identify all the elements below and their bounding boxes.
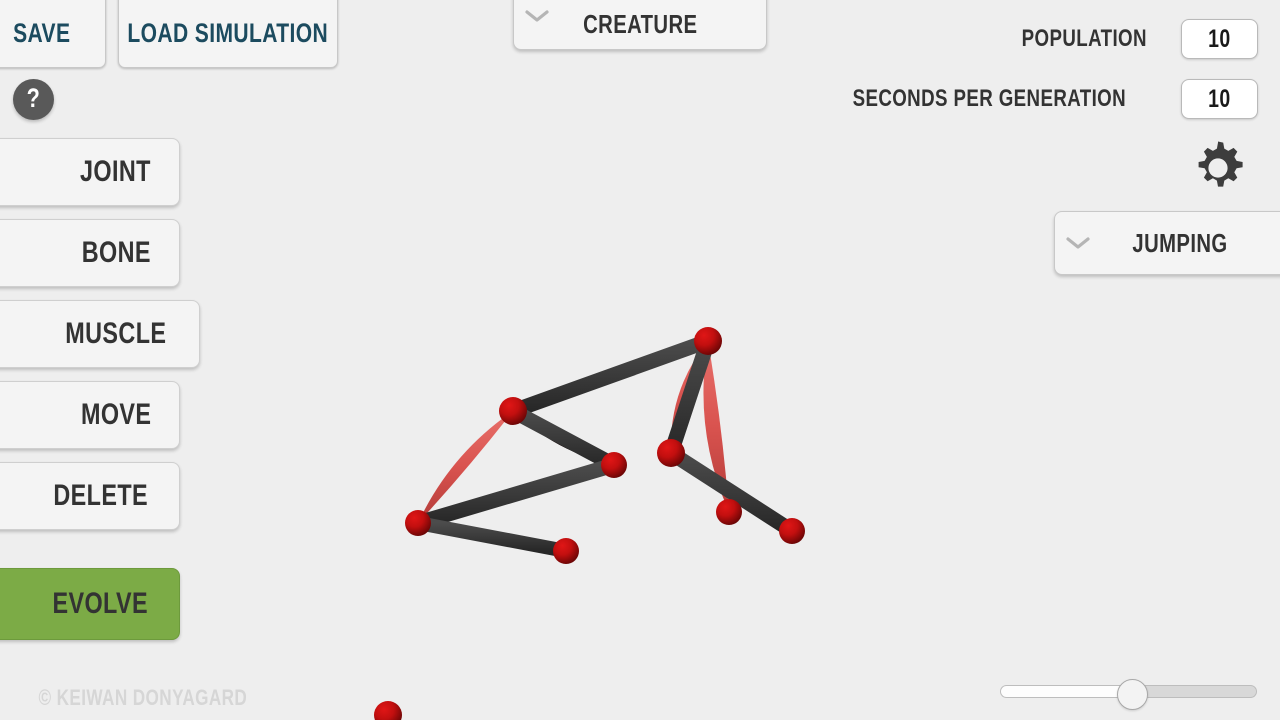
- seconds-per-generation-input[interactable]: 10: [1181, 79, 1258, 119]
- simulation-app: SAVE LOAD SIMULATION ? JOINT BONE MUSCLE…: [0, 0, 1280, 720]
- joints-layer: [374, 327, 805, 720]
- save-button-label: SAVE: [13, 17, 71, 48]
- sidebar-item-joint[interactable]: JOINT: [0, 138, 180, 206]
- creature-selector-dropdown[interactable]: CREATURE: [513, 0, 767, 50]
- chevron-down-icon: [1055, 235, 1101, 251]
- bone[interactable]: [410, 457, 622, 531]
- creature-selector-label: CREATURE: [582, 8, 698, 39]
- joint[interactable]: [405, 510, 431, 536]
- copyright-text: © KEIWAN DONYAGARD: [38, 685, 248, 710]
- population-input[interactable]: 10: [1181, 19, 1258, 59]
- copyright-text-wrap: © KEIWAN DONYAGARD: [9, 685, 277, 711]
- joint[interactable]: [601, 452, 627, 478]
- population-row: POPULATION 10: [1004, 19, 1258, 59]
- bone[interactable]: [505, 403, 622, 473]
- seconds-per-generation-row: SECONDS PER GENERATION 10: [814, 79, 1258, 119]
- sidebar-item-bone[interactable]: BONE: [0, 219, 180, 287]
- joint[interactable]: [779, 518, 805, 544]
- chevron-down-icon: [514, 8, 560, 24]
- muscle[interactable]: [513, 411, 614, 465]
- tool-muscle-label: MUSCLE: [65, 317, 167, 350]
- bone[interactable]: [663, 333, 716, 461]
- help-icon[interactable]: ?: [13, 79, 54, 120]
- muscle[interactable]: [703, 341, 729, 512]
- tool-bone-label: BONE: [82, 236, 152, 269]
- creature-selector-text-wrap: CREATURE: [560, 0, 766, 40]
- joint[interactable]: [499, 397, 527, 425]
- joint[interactable]: [374, 701, 402, 720]
- bone[interactable]: [411, 516, 573, 558]
- joint[interactable]: [694, 327, 722, 355]
- bone[interactable]: [505, 333, 716, 419]
- evolve-button[interactable]: EVOLVE: [0, 568, 180, 640]
- population-label-wrap: POPULATION: [1004, 25, 1165, 53]
- load-simulation-button[interactable]: LOAD SIMULATION: [118, 0, 338, 68]
- sidebar-item-delete[interactable]: DELETE: [0, 462, 180, 530]
- joint[interactable]: [716, 499, 742, 525]
- task-selector-dropdown[interactable]: JUMPING: [1054, 211, 1280, 275]
- population-value: 10: [1208, 24, 1231, 53]
- muscles-layer: [418, 341, 729, 523]
- sidebar-item-muscle[interactable]: MUSCLE: [0, 300, 200, 368]
- muscle[interactable]: [418, 465, 614, 523]
- load-simulation-button-label: LOAD SIMULATION: [127, 17, 329, 48]
- gear-icon[interactable]: [1189, 137, 1247, 195]
- bones-layer: [410, 333, 800, 558]
- zoom-slider-handle[interactable]: [1117, 679, 1148, 710]
- zoom-slider[interactable]: [1000, 679, 1257, 710]
- zoom-slider-track-filled: [1000, 685, 1129, 698]
- muscle[interactable]: [418, 411, 513, 523]
- task-selector-text-wrap: JUMPING: [1101, 228, 1280, 259]
- tool-move-label: MOVE: [80, 398, 152, 431]
- joint[interactable]: [657, 439, 685, 467]
- save-button[interactable]: SAVE: [0, 0, 106, 68]
- help-question-mark: ?: [26, 83, 41, 113]
- seconds-per-generation-label-wrap: SECONDS PER GENERATION: [814, 85, 1165, 113]
- population-label: POPULATION: [1022, 25, 1148, 52]
- zoom-slider-track-remaining: [1129, 685, 1257, 698]
- evolve-button-label: EVOLVE: [51, 587, 148, 620]
- tool-delete-label: DELETE: [52, 479, 148, 512]
- sidebar-item-move[interactable]: MOVE: [0, 381, 180, 449]
- joint[interactable]: [553, 538, 579, 564]
- task-selector-label: JUMPING: [1132, 227, 1228, 258]
- seconds-per-generation-value: 10: [1208, 84, 1231, 113]
- seconds-per-generation-label: SECONDS PER GENERATION: [852, 85, 1127, 112]
- muscle[interactable]: [670, 341, 708, 453]
- bone[interactable]: [663, 445, 800, 539]
- tool-joint-label: JOINT: [80, 155, 152, 188]
